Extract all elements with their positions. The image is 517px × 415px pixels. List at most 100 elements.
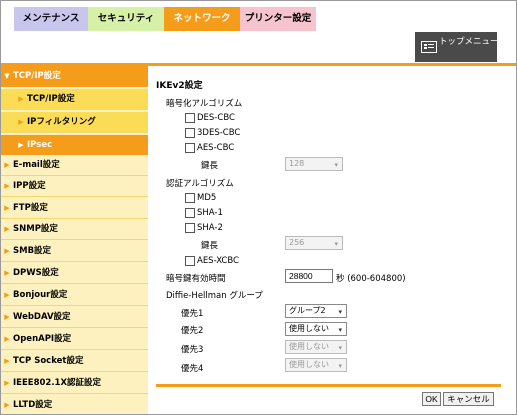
chevron-down-icon: ▾ xyxy=(338,362,342,370)
sidebar: ▼ TCP/IP設定 ▶ TCP/IP設定 ▶ IPフィルタリング ▶ IPsec ▶ E… xyxy=(1,66,148,414)
checkbox-des-cbc[interactable] xyxy=(185,113,195,123)
arrow-right-icon: ▶ xyxy=(4,182,10,190)
chevron-down-icon: ▾ xyxy=(334,240,338,248)
sidebar-item-lltd[interactable]: ▶ LLTD設定 xyxy=(1,395,148,414)
top-menu-label: トップメニューへ xyxy=(439,37,508,47)
aes-cbc-label: AES-CBC xyxy=(197,143,235,153)
arrow-right-icon: ▶ xyxy=(18,118,24,126)
checkbox-aes-cbc[interactable] xyxy=(185,143,195,153)
sidebar-item-ftp[interactable]: ▶ FTP設定 xyxy=(1,198,148,219)
dh-priority-3-label: 優先3 xyxy=(181,345,204,355)
encryption-key-length-select[interactable]: 128 ▾ xyxy=(285,157,343,171)
arrow-right-icon: ▶ xyxy=(4,335,10,343)
checkbox-sha1[interactable] xyxy=(185,208,195,218)
arrow-right-icon: ▶ xyxy=(4,161,10,169)
auth-key-length-select[interactable]: 256 ▾ xyxy=(285,236,343,250)
chevron-down-icon: ▾ xyxy=(334,161,338,169)
sidebar-item-bonjour[interactable]: ▶ Bonjour設定 xyxy=(1,285,148,306)
select-value: 128 xyxy=(289,159,305,168)
encryption-key-length-label: 鍵長 xyxy=(201,161,219,171)
sidebar-item-label: TCP/IP設定 xyxy=(27,94,75,104)
sidebar-item-tcp-socket[interactable]: ▶ TCP Socket設定 xyxy=(1,351,148,372)
sidebar-item-label: Bonjour設定 xyxy=(13,290,68,300)
sidebar-item-snmp[interactable]: ▶ SNMP設定 xyxy=(1,219,148,240)
sidebar-item-webdav[interactable]: ▶ WebDAV設定 xyxy=(1,307,148,328)
arrow-right-icon: ▶ xyxy=(4,269,10,277)
sidebar-item-openapi[interactable]: ▶ OpenAPI設定 xyxy=(1,329,148,350)
arrow-right-icon: ▶ xyxy=(18,141,24,149)
tab-printer-settings[interactable]: プリンター設定 xyxy=(240,7,316,31)
sidebar-item-label: IEEE802.1X認証設定 xyxy=(13,378,102,388)
checkbox-md5[interactable] xyxy=(185,193,195,203)
select-value: 使用しない xyxy=(289,324,329,333)
menu-icon xyxy=(421,41,437,53)
aes-xcbc-label: AES-XCBC xyxy=(197,256,239,266)
top-menu-button[interactable]: トップメニューへ xyxy=(415,32,508,62)
arrow-right-icon: ▶ xyxy=(4,204,10,212)
dh-priority-4-label: 優先4 xyxy=(181,364,204,374)
sidebar-item-label: SNMP設定 xyxy=(13,224,58,234)
dh-priority-1-select[interactable]: グループ2 ▾ xyxy=(285,304,347,318)
3des-cbc-label: 3DES-CBC xyxy=(197,128,241,138)
sidebar-item-label: OpenAPI設定 xyxy=(13,334,72,344)
auth-heading: 認証アルゴリズム xyxy=(166,179,234,189)
sidebar-item-label: FTP設定 xyxy=(13,203,48,213)
tab-network[interactable]: ネットワーク xyxy=(164,7,240,31)
sidebar-item-label: E-mail設定 xyxy=(13,160,60,170)
sidebar-subitem-ip-filtering[interactable]: ▶ IPフィルタリング xyxy=(1,112,148,133)
chevron-down-icon: ▾ xyxy=(338,344,342,352)
des-cbc-label: DES-CBC xyxy=(197,113,235,123)
arrow-right-icon: ▶ xyxy=(4,247,10,255)
arrow-right-icon: ▶ xyxy=(4,379,10,387)
arrow-right-icon: ▶ xyxy=(4,291,10,299)
select-value: グループ2 xyxy=(289,306,326,315)
checkbox-aes-xcbc[interactable] xyxy=(185,256,195,266)
sidebar-item-label: TCP/IP設定 xyxy=(13,71,61,81)
checkbox-sha2[interactable] xyxy=(185,223,195,233)
arrow-right-icon: ▶ xyxy=(4,401,10,409)
encryption-heading: 暗号化アルゴリズム xyxy=(166,99,243,109)
sidebar-item-label: IPフィルタリング xyxy=(27,117,96,127)
sidebar-item-tcpip-settings[interactable]: ▼ TCP/IP設定 xyxy=(1,66,148,87)
dh-priority-3-select[interactable]: 使用しない ▾ xyxy=(285,340,347,354)
sidebar-subitem-tcpip[interactable]: ▶ TCP/IP設定 xyxy=(1,89,148,110)
arrow-right-icon: ▶ xyxy=(4,225,10,233)
sidebar-subitem-ipsec[interactable]: ▶ IPsec xyxy=(1,135,148,156)
sidebar-item-email[interactable]: ▶ E-mail設定 xyxy=(1,155,148,176)
expanded-arrow-icon: ▼ xyxy=(4,72,10,80)
sidebar-item-label: IPsec xyxy=(27,140,53,150)
auth-key-length-label: 鍵長 xyxy=(201,241,219,251)
sidebar-item-label: SMB設定 xyxy=(13,246,52,256)
md5-label: MD5 xyxy=(197,193,217,203)
arrow-right-icon: ▶ xyxy=(4,313,10,321)
chevron-down-icon: ▾ xyxy=(338,308,342,316)
ok-button[interactable]: OK xyxy=(422,392,441,406)
sidebar-item-ieee8021x[interactable]: ▶ IEEE802.1X認証設定 xyxy=(1,373,148,394)
sidebar-item-label: IPP設定 xyxy=(13,181,46,191)
sidebar-item-label: TCP Socket設定 xyxy=(13,356,84,366)
sha2-label: SHA-2 xyxy=(197,223,223,233)
lifetime-label: 暗号鍵有効時間 xyxy=(166,274,226,284)
dh-heading: Diffie-Hellman グループ xyxy=(166,291,263,301)
dh-priority-1-label: 優先1 xyxy=(181,309,204,319)
lifetime-unit: 秒 (600-604800) xyxy=(336,274,406,284)
sidebar-item-smb[interactable]: ▶ SMB設定 xyxy=(1,241,148,262)
page-title: IKEv2設定 xyxy=(156,81,203,91)
tab-security[interactable]: セキュリティ xyxy=(88,7,164,31)
dh-priority-2-select[interactable]: 使用しない ▾ xyxy=(285,322,347,336)
select-value: 使用しない xyxy=(289,342,329,351)
lifetime-input[interactable] xyxy=(285,269,333,283)
sidebar-item-ipp[interactable]: ▶ IPP設定 xyxy=(1,176,148,197)
sidebar-item-label: LLTD設定 xyxy=(13,400,53,410)
sha1-label: SHA-1 xyxy=(197,208,223,218)
checkbox-3des-cbc[interactable] xyxy=(185,128,195,138)
tab-maintenance[interactable]: メンテナンス xyxy=(14,7,88,31)
dh-priority-2-label: 優先2 xyxy=(181,326,204,336)
cancel-button[interactable]: キャンセル xyxy=(443,392,494,406)
sidebar-item-dpws[interactable]: ▶ DPWS設定 xyxy=(1,263,148,284)
chevron-down-icon: ▾ xyxy=(338,326,342,334)
arrow-right-icon: ▶ xyxy=(18,95,24,103)
dh-priority-4-select[interactable]: 使用しない ▾ xyxy=(285,358,347,372)
page-frame: メンテナンス セキュリティ ネットワーク プリンター設定 トップメニューへ ▼ T… xyxy=(0,0,517,415)
select-value: 使用しない xyxy=(289,360,329,369)
